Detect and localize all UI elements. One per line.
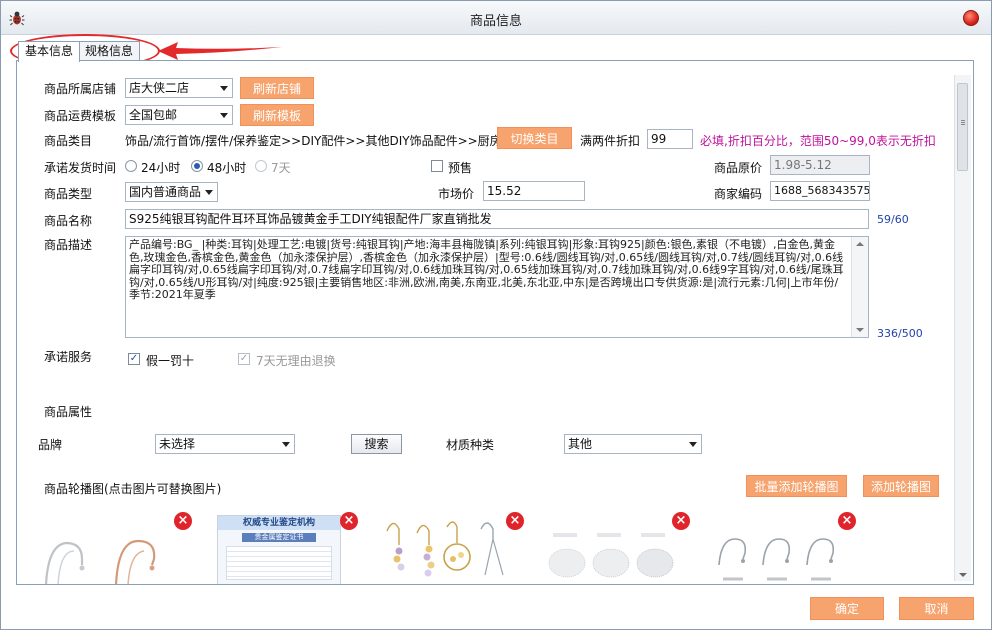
product-name-label: 商品名称 <box>44 214 93 228</box>
shipping-template-select[interactable]: 全国包邮 <box>125 105 233 125</box>
switch-category-button[interactable]: 切换类目 <box>497 127 572 149</box>
chevron-down-icon <box>220 86 228 91</box>
service-label: 承诺服务 <box>44 350 93 364</box>
presale-checkbox[interactable] <box>431 160 443 172</box>
material-value: 其他 <box>568 437 593 451</box>
discount-hint: 必填,折扣百分比，范围50~99,0表示无折扣 <box>700 134 936 148</box>
store-select[interactable]: 店大侠二店 <box>125 78 233 98</box>
original-price-label: 商品原价 <box>714 161 763 175</box>
description-label: 商品描述 <box>44 238 93 252</box>
ok-button[interactable]: 确定 <box>810 597 884 620</box>
original-price-input: 1.98-5.12 <box>770 155 870 175</box>
cancel-button[interactable]: 取消 <box>899 597 974 620</box>
delete-image-1-icon[interactable]: × <box>174 512 192 530</box>
crystal-earring-image <box>386 521 504 577</box>
scroll-down-icon[interactable] <box>856 328 864 332</box>
discount-input[interactable]: 99 <box>647 129 693 149</box>
silver-rose-earhook-image <box>44 539 156 584</box>
scroll-up-icon[interactable] <box>856 242 864 246</box>
brand-search-button[interactable]: 搜索 <box>351 434 402 454</box>
add-carousel-button[interactable]: 添加轮播图 <box>863 475 939 497</box>
shipping-template-value: 全国包邮 <box>129 108 178 122</box>
refresh-template-button[interactable]: 刷新模板 <box>240 104 314 126</box>
ship-48h-label: 48小时 <box>207 161 247 175</box>
window-title: 商品信息 <box>469 14 522 29</box>
carousel-image-3[interactable] <box>381 515 509 584</box>
carousel-image-1[interactable] <box>38 515 166 584</box>
carousel-image-2[interactable]: 权威专业鉴定机构 贵金属鉴定证书 <box>215 515 343 584</box>
earhook-styles-image <box>718 538 835 581</box>
carousel-image-4[interactable] <box>547 515 675 584</box>
store-label: 商品所属店铺 <box>44 82 117 96</box>
return-7d-checkbox[interactable]: ✓ <box>238 353 250 365</box>
attributes-label: 商品属性 <box>44 405 93 419</box>
discount-label: 满两件折扣 <box>580 134 641 148</box>
product-name-input[interactable]: S925纯银耳钩配件耳环耳饰品镀黄金手工DIY纯银配件厂家直销批发 <box>125 209 869 229</box>
chevron-down-icon <box>689 442 697 447</box>
delete-image-5-icon[interactable]: × <box>838 512 856 530</box>
earhook-bulk-image <box>548 533 674 578</box>
certificate-lines <box>226 546 332 580</box>
title-bar: 商品信息 <box>1 1 991 35</box>
chevron-down-icon <box>282 442 290 447</box>
scrollbar-thumb[interactable] <box>957 83 968 171</box>
delete-image-2-icon[interactable]: × <box>340 512 358 530</box>
presale-label: 预售 <box>448 161 473 175</box>
brand-label: 品牌 <box>38 438 63 452</box>
certificate-subtitle: 贵金属鉴定证书 <box>242 533 316 542</box>
close-button[interactable] <box>963 10 979 26</box>
refresh-store-button[interactable]: 刷新店铺 <box>240 77 314 99</box>
ship-24h-label: 24小时 <box>141 161 181 175</box>
return-7d-label: 7天无理由退换 <box>256 354 336 368</box>
chevron-down-icon <box>205 190 213 195</box>
product-info-dialog: 商品信息 基本信息 规格信息 商品所属店铺 店大侠二店 刷新店铺 商品运费模板 … <box>0 0 992 630</box>
description-text: 产品编号:BG_ |种类:耳钩|处理工艺:电镀|货号:纯银耳钩|产地:海丰县梅陇… <box>129 238 844 301</box>
ship-24h-radio[interactable] <box>125 160 137 172</box>
merchant-code-input[interactable]: 1688_56834357517 <box>770 181 870 201</box>
certificate-header: 权威专业鉴定机构 <box>218 516 340 530</box>
market-price-label: 市场价 <box>438 187 475 201</box>
ship-7d-radio[interactable] <box>255 160 267 172</box>
fake-penalty-checkbox[interactable]: ✓ <box>128 353 140 365</box>
category-path: 饰品/流行首饰/摆件/保养鉴定>>DIY配件>>其他DIY饰品配件>>厨房置物 <box>125 134 497 148</box>
store-value: 店大侠二店 <box>129 81 190 95</box>
annotation-arrow-icon <box>158 42 282 60</box>
ship-time-label: 承诺发货时间 <box>44 161 117 175</box>
chevron-down-icon <box>220 113 228 118</box>
product-name-counter: 59/60 <box>877 213 909 226</box>
carousel-label: 商品轮播图(点击图片可替换图片) <box>44 482 222 496</box>
certificate-card: 权威专业鉴定机构 贵金属鉴定证书 <box>217 515 341 584</box>
fake-penalty-label: 假一罚十 <box>146 354 195 368</box>
description-counter: 336/500 <box>877 327 923 340</box>
product-type-select[interactable]: 国内普通商品 <box>125 182 218 202</box>
batch-add-carousel-button[interactable]: 批量添加轮播图 <box>746 475 847 497</box>
basic-info-panel: 商品所属店铺 店大侠二店 刷新店铺 商品运费模板 全国包邮 刷新模板 商品类目 … <box>16 60 974 585</box>
ship-7d-label: 7天 <box>271 161 291 175</box>
ship-48h-radio[interactable] <box>191 160 203 172</box>
description-scrollbar[interactable] <box>851 237 868 337</box>
grip-icon <box>961 120 965 121</box>
form-vertical-scrollbar[interactable] <box>954 75 971 581</box>
brand-value: 未选择 <box>159 437 196 451</box>
material-select[interactable]: 其他 <box>564 434 702 454</box>
tab-basic-info[interactable]: 基本信息 <box>18 41 81 62</box>
delete-image-3-icon[interactable]: × <box>506 512 524 530</box>
description-textarea[interactable]: 产品编号:BG_ |种类:耳钩|处理工艺:电镀|货号:纯银耳钩|产地:海丰县梅陇… <box>125 236 869 338</box>
scroll-down-icon[interactable] <box>959 573 967 577</box>
market-price-input[interactable]: 15.52 <box>483 181 585 201</box>
delete-image-4-icon[interactable]: × <box>672 512 690 530</box>
carousel-image-5[interactable] <box>713 515 841 584</box>
category-label: 商品类目 <box>44 134 93 148</box>
product-type-value: 国内普通商品 <box>129 185 202 199</box>
product-type-label: 商品类型 <box>44 187 93 201</box>
merchant-code-label: 商家编码 <box>714 187 763 201</box>
brand-select[interactable]: 未选择 <box>155 434 295 454</box>
shipping-template-label: 商品运费模板 <box>44 109 117 123</box>
material-label: 材质种类 <box>446 438 495 452</box>
